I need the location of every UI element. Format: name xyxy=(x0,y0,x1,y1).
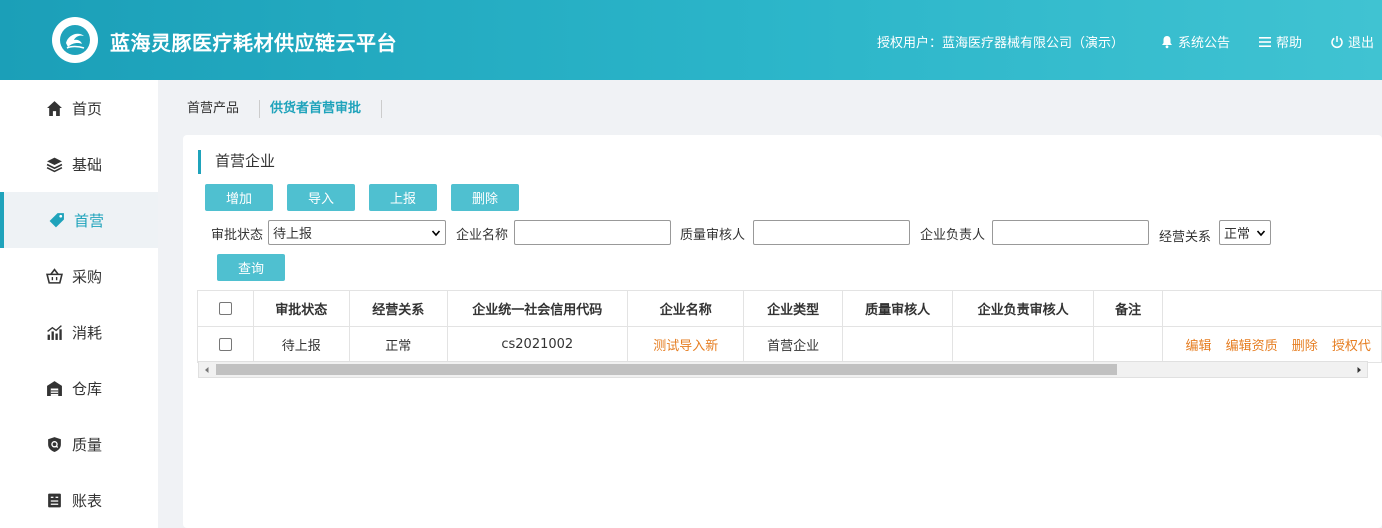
help-link[interactable]: 帮助 xyxy=(1258,32,1302,51)
bell-icon xyxy=(1161,35,1172,48)
layers-icon xyxy=(46,157,63,172)
sidebar-item-label: 基础 xyxy=(72,155,103,174)
cell-credit-code: cs2021002 xyxy=(446,326,629,363)
column-header[interactable]: 质量审核人 xyxy=(841,290,954,327)
column-header[interactable]: 企业负责审核人 xyxy=(952,290,1094,327)
column-header[interactable]: 备注 xyxy=(1092,290,1164,327)
cell-company-name-link[interactable]: 测试导入新 xyxy=(626,326,745,363)
table-row: 待上报 正常 cs2021002 测试导入新 首营企业 编辑 编辑资质 删除 授… xyxy=(197,326,1382,363)
query-button[interactable]: 查询 xyxy=(217,254,285,281)
column-header-actions xyxy=(1162,290,1382,327)
sidebar-item-home[interactable]: 首页 xyxy=(0,80,158,136)
warehouse-icon xyxy=(47,380,62,396)
add-button[interactable]: 增加 xyxy=(205,184,273,211)
status-filter-label: 审批状态 xyxy=(211,228,264,243)
company-filter-label: 企业名称 xyxy=(456,228,509,243)
sidebar-nav: 首页 基础 首营 采购 消耗 仓库 质量 账表 xyxy=(0,80,158,528)
tab-supplier-approval[interactable]: 供货者首营审批 xyxy=(260,100,383,118)
cell-qa-reviewer xyxy=(841,326,954,363)
data-table: 审批状态 经营关系 企业统一社会信用代码 企业名称 企业类型 质量审核人 企业负… xyxy=(197,290,1382,363)
table-header-row: 审批状态 经营关系 企业统一社会信用代码 企业名称 企业类型 质量审核人 企业负… xyxy=(197,290,1382,327)
sidebar-item-label: 质量 xyxy=(72,435,103,454)
cell-status: 待上报 xyxy=(252,326,351,363)
sidebar-item-first-business[interactable]: 首营 xyxy=(0,192,158,248)
sidebar-item-consumption[interactable]: 消耗 xyxy=(0,304,158,360)
column-header[interactable]: 经营关系 xyxy=(349,290,448,327)
system-notice-label: 系统公告 xyxy=(1177,36,1230,51)
sidebar-item-label: 首营 xyxy=(74,211,105,230)
system-notice-link[interactable]: 系统公告 xyxy=(1160,32,1230,51)
basket-icon xyxy=(46,267,63,284)
sidebar-item-label: 消耗 xyxy=(72,323,103,342)
chevron-down-icon xyxy=(431,229,441,236)
column-header[interactable]: 企业类型 xyxy=(743,290,843,327)
relation-select[interactable]: 正常 xyxy=(1219,220,1271,245)
select-all-checkbox[interactable] xyxy=(218,302,232,315)
row-checkbox[interactable] xyxy=(218,338,232,351)
sidebar-item-label: 首页 xyxy=(72,99,103,118)
company-name-input[interactable] xyxy=(514,220,671,245)
relation-filter-label: 经营关系 xyxy=(1159,230,1212,245)
delete-row-link[interactable]: 删除 xyxy=(1292,339,1318,354)
scrollbar-thumb[interactable] xyxy=(216,364,1117,375)
qa-filter-label: 质量审核人 xyxy=(680,228,746,243)
column-header[interactable]: 企业统一社会信用代码 xyxy=(446,290,629,327)
cell-actions: 编辑 编辑资质 删除 授权代 xyxy=(1162,326,1382,363)
authorized-user-label: 授权用户：蓝海医疗器械有限公司（演示） xyxy=(876,36,1124,51)
owner-input[interactable] xyxy=(992,220,1149,245)
sidebar-item-label: 仓库 xyxy=(72,379,103,398)
row-select-cell xyxy=(197,326,254,363)
tab-first-product[interactable]: 首营产品 xyxy=(170,100,261,118)
sidebar-item-quality[interactable]: 质量 xyxy=(0,416,158,472)
delete-button[interactable]: 删除 xyxy=(451,184,519,211)
select-all-cell xyxy=(197,290,254,327)
dolphin-logo-icon xyxy=(52,17,98,63)
app-title: 蓝海灵豚医疗耗材供应链云平台 xyxy=(110,31,397,55)
sidebar-item-purchase[interactable]: 采购 xyxy=(0,248,158,304)
sidebar-item-label: 账表 xyxy=(72,491,103,510)
top-header: 蓝海灵豚医疗耗材供应链云平台 授权用户：蓝海医疗器械有限公司（演示） 系统公告 … xyxy=(0,0,1382,80)
owner-filter-label: 企业负责人 xyxy=(920,228,986,243)
scroll-right-icon[interactable] xyxy=(1354,365,1364,375)
cell-remark xyxy=(1092,326,1164,363)
cell-relation: 正常 xyxy=(349,326,448,363)
help-label: 帮助 xyxy=(1275,36,1302,51)
menu-icon xyxy=(1258,36,1271,47)
chart-icon xyxy=(47,324,62,340)
sidebar-item-label: 采购 xyxy=(72,267,103,286)
logout-label: 退出 xyxy=(1347,36,1374,51)
status-select[interactable]: 待上报 xyxy=(268,220,446,245)
shield-icon xyxy=(48,436,61,452)
main-panel: 首营企业 增加 导入 上报 删除 审批状态 待上报 企业名称 质量审核人 企业负… xyxy=(183,135,1382,528)
sidebar-item-ledger[interactable]: 账表 xyxy=(0,472,158,528)
ledger-icon xyxy=(48,493,61,507)
sidebar-item-warehouse[interactable]: 仓库 xyxy=(0,360,158,416)
authorize-link[interactable]: 授权代 xyxy=(1332,339,1371,354)
qa-reviewer-input[interactable] xyxy=(753,220,910,245)
chevron-down-icon xyxy=(1256,229,1266,236)
horizontal-scrollbar[interactable] xyxy=(198,361,1368,378)
home-icon xyxy=(47,100,62,116)
report-button[interactable]: 上报 xyxy=(369,184,437,211)
relation-select-value: 正常 xyxy=(1224,227,1251,242)
import-button[interactable]: 导入 xyxy=(287,184,355,211)
power-icon xyxy=(1331,35,1343,48)
status-select-value: 待上报 xyxy=(273,227,313,242)
cell-company-type: 首营企业 xyxy=(743,326,843,363)
edit-qualification-link[interactable]: 编辑资质 xyxy=(1226,339,1278,354)
tag-icon xyxy=(49,212,64,227)
edit-link[interactable]: 编辑 xyxy=(1185,339,1211,354)
scroll-left-icon[interactable] xyxy=(202,365,212,375)
cell-owner-reviewer xyxy=(952,326,1094,363)
column-header[interactable]: 审批状态 xyxy=(252,290,351,327)
panel-title: 首营企业 xyxy=(198,150,275,174)
sidebar-item-basic[interactable]: 基础 xyxy=(0,136,158,192)
breadcrumb: 首营产品 供货者首营审批 xyxy=(170,98,383,120)
logout-link[interactable]: 退出 xyxy=(1330,32,1374,51)
column-header[interactable]: 企业名称 xyxy=(626,290,745,327)
